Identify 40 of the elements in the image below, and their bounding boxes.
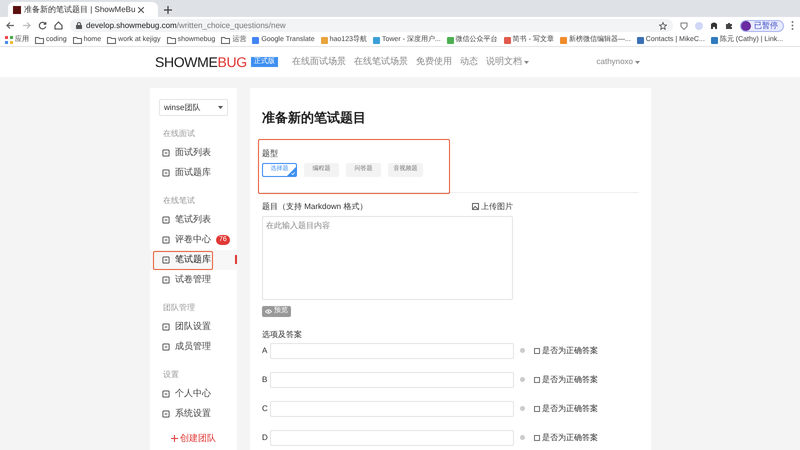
sidebar-item[interactable]: 系统设置 xyxy=(153,405,217,423)
sidebar-item[interactable]: 团队设置 xyxy=(153,318,217,336)
question-textarea[interactable]: 在此输入题目内容 xyxy=(262,216,513,300)
user-menu[interactable]: cathynoxo xyxy=(596,56,640,68)
correct-answer-checkbox[interactable]: 是否为正确答案 xyxy=(534,374,598,386)
address-bar[interactable]: develop.showmebug.com/written_choice_questions/new xyxy=(70,19,673,32)
nav-link[interactable]: 说明文档 xyxy=(486,55,529,69)
correct-answer-checkbox[interactable]: 是否为正确答案 xyxy=(534,432,598,444)
sidebar-item[interactable]: 试卷管理 xyxy=(153,271,217,289)
upload-image-link[interactable]: 上传图片 xyxy=(472,200,513,212)
sidebar-item[interactable]: 面试题库 xyxy=(153,164,217,182)
section-heading: 在线笔试 xyxy=(162,195,196,207)
field-label: 题型 xyxy=(262,148,279,160)
create-team-link[interactable]: 创建团队 xyxy=(150,432,237,446)
section-heading: 团队管理 xyxy=(162,302,196,314)
section-heading: 设置 xyxy=(162,369,180,381)
profile-button[interactable]: 已暂停 xyxy=(740,20,784,32)
logo[interactable]: SHOWMEBUG xyxy=(155,55,247,69)
sidebar-item[interactable]: 面试列表 xyxy=(153,144,217,162)
tab-title: 准备新的笔试题目 | ShowMeBu xyxy=(24,4,136,16)
option-letter: C xyxy=(262,402,269,414)
nav-link[interactable]: 在线面试场景 xyxy=(292,55,346,69)
nav-link[interactable]: 在线笔试场景 xyxy=(354,55,408,69)
sidebar-item[interactable]: 笔试列表 xyxy=(153,211,217,229)
section-heading: 在线面试 xyxy=(162,128,196,140)
browser-tab[interactable]: 准备新的笔试题目 | ShowMeBu xyxy=(8,2,158,17)
nav-link[interactable]: 免费使用 xyxy=(416,55,452,69)
option-letter: B xyxy=(262,374,268,386)
correct-answer-checkbox[interactable]: 是否为正确答案 xyxy=(534,402,598,414)
correct-answer-checkbox[interactable]: 是否为正确答案 xyxy=(534,344,598,356)
page-title: 准备新的笔试题目 xyxy=(262,109,367,127)
nav-link[interactable]: 动态 xyxy=(460,55,478,69)
option-letter: D xyxy=(262,432,269,444)
sidebar-item[interactable]: 成员管理 xyxy=(153,338,217,356)
team-select[interactable]: winse团队 xyxy=(159,99,228,116)
url-text: develop.showmebug.com/written_choice_questions/new xyxy=(86,20,286,32)
option-letter: A xyxy=(262,344,268,356)
field-label: 选项及答案 xyxy=(262,328,303,340)
field-label: 题目（支持 Markdown 格式） xyxy=(262,200,368,212)
sidebar-item[interactable]: 个人中心 xyxy=(153,385,217,403)
